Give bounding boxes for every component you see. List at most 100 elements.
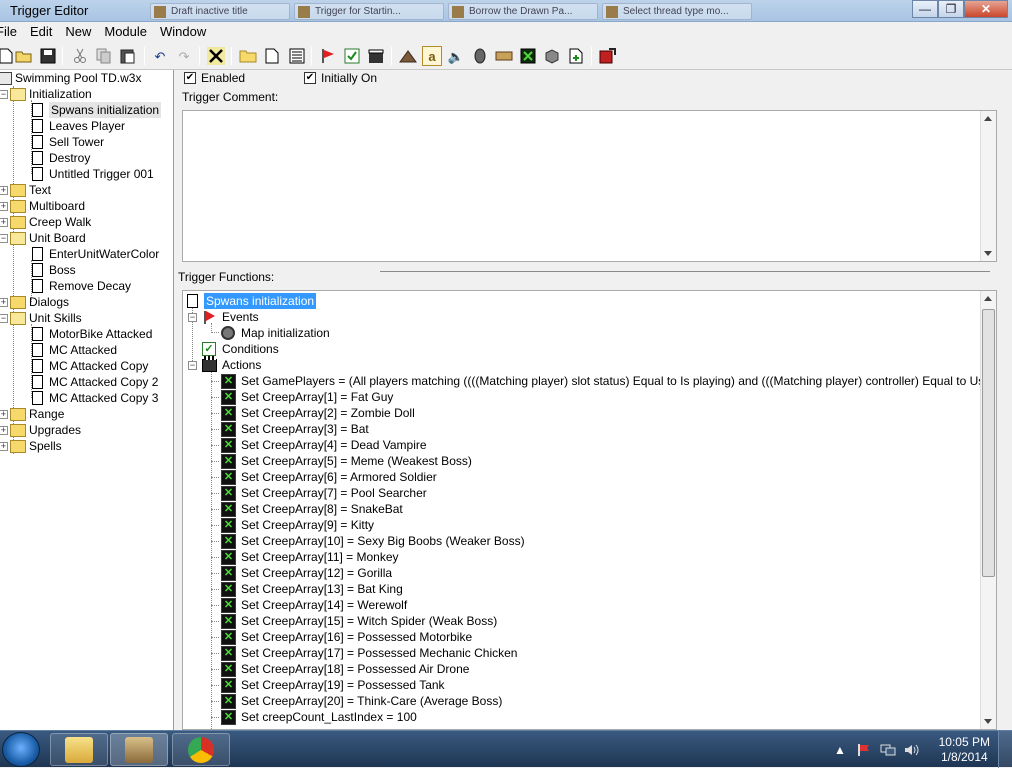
tree-category[interactable]: Multiboard (10, 198, 85, 214)
events-expander[interactable]: − (188, 313, 197, 322)
folder-expander[interactable]: + (0, 298, 8, 307)
folder-expander[interactable]: + (0, 218, 8, 227)
action-item[interactable]: ✕ Set CreepArray[18] = Possessed Air Dron… (221, 661, 469, 677)
tree-trigger[interactable]: Remove Decay (30, 278, 131, 294)
tree-trigger[interactable]: MC Attacked Copy 3 (30, 390, 158, 406)
tree-trigger[interactable]: Untitled Trigger 001 (30, 166, 154, 182)
system-clock[interactable]: 10:05 PM 1/8/2014 (939, 735, 990, 765)
network-icon[interactable] (880, 731, 896, 768)
action-item[interactable]: ✕ Set CreepArray[3] = Bat (221, 421, 369, 437)
folder-expander[interactable]: + (0, 186, 8, 195)
menu-window[interactable]: Window (153, 22, 212, 42)
action-item[interactable]: ✕ Set GamePlayers = (All players matching… (221, 373, 996, 389)
test-icon[interactable] (598, 46, 618, 66)
tree-category[interactable]: Range (10, 406, 64, 422)
action-item[interactable]: ✕ Set CreepArray[11] = Monkey (221, 549, 399, 565)
explorer-taskbar-button[interactable] (50, 733, 108, 766)
script-icon[interactable] (518, 46, 538, 66)
save-icon[interactable] (38, 46, 58, 66)
show-desktop-button[interactable] (998, 731, 1012, 768)
action-center-icon[interactable] (857, 731, 871, 768)
new-action-icon[interactable] (366, 46, 386, 66)
actions-node[interactable]: Actions (202, 355, 261, 373)
scroll-up-icon[interactable] (984, 296, 992, 301)
tree-category[interactable]: Creep Walk (10, 214, 91, 230)
tree-trigger[interactable]: MC Attacked Copy 2 (30, 374, 158, 390)
action-item[interactable]: ✕ Set CreepArray[20] = Think-Care (Averag… (221, 693, 502, 709)
object-icon[interactable]: a (422, 46, 442, 66)
action-item[interactable]: ✕ Set CreepArray[17] = Possessed Mechanic… (221, 645, 517, 661)
action-item[interactable]: ✕ Set CreepArray[16] = Possessed Motorbik… (221, 629, 472, 645)
action-item[interactable]: ✕ Set CreepArray[1] = Fat Guy (221, 389, 393, 405)
trigger-comment-textarea[interactable] (182, 110, 997, 262)
action-item[interactable]: ✕ Set CreepArray[10] = Sexy Big Boobs (We… (221, 533, 525, 549)
background-window-tab[interactable]: Trigger for Startin... (294, 3, 444, 20)
action-item[interactable]: ✕ Set CreepArray[7] = Pool Searcher (221, 485, 427, 501)
background-window-tab[interactable]: Borrow the Drawn Pa... (448, 3, 598, 20)
test-map-icon[interactable] (542, 46, 562, 66)
menu-edit[interactable]: Edit (23, 22, 58, 42)
menu-file[interactable]: File (0, 22, 23, 42)
folder-expander[interactable]: − (0, 314, 8, 323)
redo-icon[interactable]: ↷ (174, 46, 194, 66)
action-item[interactable]: ✕ Set CreepArray[12] = Gorilla (221, 565, 392, 581)
tray-overflow-arrow[interactable]: ▲ (834, 731, 846, 768)
restore-button[interactable]: ❐ (938, 0, 964, 18)
comment-scrollbar[interactable] (980, 111, 996, 261)
new-event-icon[interactable] (318, 46, 338, 66)
folder-expander[interactable]: + (0, 202, 8, 211)
action-item[interactable]: ✕ Set CreepArray[2] = Zombie Doll (221, 405, 415, 421)
tree-trigger[interactable]: Sell Tower (30, 134, 104, 150)
start-button[interactable] (2, 732, 40, 767)
action-item[interactable]: ✕ Set CreepArray[15] = Witch Spider (Weak… (221, 613, 497, 629)
scroll-down-icon[interactable] (984, 719, 992, 724)
action-item[interactable]: ✕ Set CreepArray[4] = Dead Vampire (221, 437, 427, 453)
action-item[interactable]: ✕ Set CreepArray[9] = Kitty (221, 517, 374, 533)
tree-trigger[interactable]: Leaves Player (30, 118, 125, 134)
folder-expander[interactable]: + (0, 442, 8, 451)
initially-on-checkbox[interactable]: ✔ (304, 72, 316, 84)
terrain-icon[interactable] (398, 46, 418, 66)
new-condition-icon[interactable] (342, 46, 362, 66)
folder-expander[interactable]: + (0, 410, 8, 419)
chrome-taskbar-button[interactable] (172, 733, 230, 766)
scroll-down-icon[interactable] (984, 251, 992, 256)
import-icon[interactable] (566, 46, 586, 66)
ai-icon[interactable] (470, 46, 490, 66)
menu-new[interactable]: New (58, 22, 97, 42)
new-category-icon[interactable] (238, 46, 258, 66)
campaign-icon[interactable] (494, 46, 514, 66)
copy-icon[interactable] (94, 46, 114, 66)
minimize-button[interactable]: — (912, 0, 938, 18)
tree-category[interactable]: Spells (10, 438, 62, 454)
sound-icon[interactable]: 🔈 (446, 46, 466, 66)
tree-trigger[interactable]: EnterUnitWaterColor (30, 246, 159, 262)
volume-icon[interactable] (904, 731, 920, 768)
world-editor-taskbar-button[interactable] (110, 733, 168, 766)
enabled-checkbox[interactable]: ✔ (184, 72, 196, 84)
tree-category[interactable]: Upgrades (10, 422, 81, 438)
action-item[interactable]: ✕ Set CreepArray[6] = Armored Soldier (221, 469, 437, 485)
folder-expander[interactable]: + (0, 426, 8, 435)
new-comment-icon[interactable] (287, 46, 307, 66)
delete-icon[interactable] (206, 46, 226, 66)
scrollbar-thumb[interactable] (982, 309, 995, 577)
undo-icon[interactable]: ↶ (150, 46, 170, 66)
action-item[interactable]: ✕ Set CreepArray[8] = SnakeBat (221, 501, 403, 517)
folder-expander[interactable]: − (0, 90, 8, 99)
paste-icon[interactable] (118, 46, 138, 66)
trigger-root-node[interactable]: Spwans initialization (185, 293, 317, 309)
trigger-functions-tree[interactable]: Spwans initialization − Events Map initi… (182, 290, 997, 730)
background-window-tab[interactable]: Draft inactive title (150, 3, 290, 20)
new-trigger-icon[interactable] (262, 46, 282, 66)
tree-category[interactable]: Unit Board (10, 230, 86, 246)
background-window-tab[interactable]: Select thread type mo... (602, 3, 752, 20)
action-item[interactable]: ✕ Set CreepArray[14] = Werewolf (221, 597, 407, 613)
event-item[interactable]: Map initialization (221, 325, 330, 341)
trigger-tree[interactable]: Swimming Pool TD.w3x − Initialization Spwa… (0, 70, 174, 730)
tree-trigger[interactable]: Destroy (30, 150, 90, 166)
events-node[interactable]: Events (202, 309, 259, 325)
close-button[interactable]: ✕ (964, 0, 1008, 18)
tree-category[interactable]: Initialization (10, 86, 92, 102)
tree-trigger[interactable]: MC Attacked Copy (30, 358, 148, 374)
